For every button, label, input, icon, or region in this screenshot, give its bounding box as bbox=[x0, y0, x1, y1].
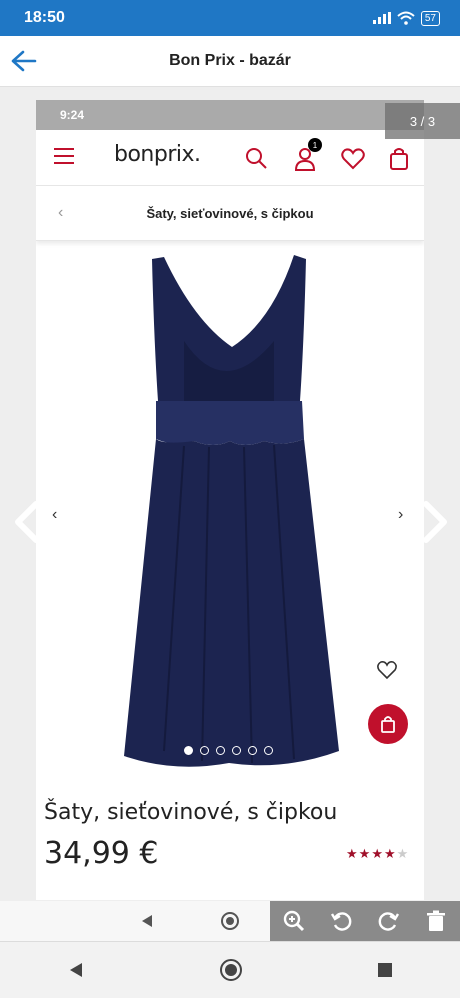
nav-home-icon bbox=[221, 912, 239, 930]
trash-icon bbox=[427, 910, 446, 931]
search-icon bbox=[246, 148, 267, 169]
star-icon: ★ bbox=[358, 846, 372, 861]
viewer-actions bbox=[270, 901, 460, 941]
screenshot-status-time: 9:24 bbox=[60, 108, 85, 122]
rating-stars: ★★★★★ bbox=[346, 846, 409, 862]
status-bar: 18:50 57 bbox=[0, 0, 460, 36]
heart-icon bbox=[341, 148, 365, 170]
image-dot bbox=[264, 746, 273, 755]
system-back-button[interactable] bbox=[67, 961, 85, 979]
next-image-button[interactable] bbox=[420, 500, 450, 544]
image-counter: 3 / 3 bbox=[385, 103, 460, 139]
image-dot bbox=[248, 746, 257, 755]
star-icon: ★ bbox=[346, 846, 359, 861]
chevron-right-icon: › bbox=[398, 506, 404, 523]
rotate-right-button[interactable] bbox=[376, 908, 402, 934]
breadcrumb-text: Šaty, sieťovinové, s čipkou bbox=[146, 205, 314, 221]
star-icon: ★ bbox=[371, 846, 384, 861]
dress-image bbox=[124, 255, 339, 767]
back-button[interactable] bbox=[0, 36, 48, 86]
shop-logo: bonprix. bbox=[114, 142, 201, 167]
product-image-area: ‹ › bbox=[36, 241, 424, 781]
zoom-icon bbox=[283, 910, 304, 932]
star-icon: ★ bbox=[383, 846, 397, 861]
wifi-icon bbox=[397, 11, 415, 25]
chevron-left-icon: ‹ bbox=[58, 204, 64, 221]
previous-image-button[interactable] bbox=[12, 500, 42, 544]
image-dot bbox=[184, 746, 193, 755]
chevron-left-icon: ‹ bbox=[52, 506, 58, 523]
status-icons: 57 bbox=[372, 10, 440, 26]
page-title: Bon Prix - bazár bbox=[169, 52, 291, 69]
image-dot bbox=[216, 746, 225, 755]
nav-back-icon bbox=[142, 915, 152, 927]
app-bar: Bon Prix - bazár bbox=[0, 36, 460, 87]
user-icon: 1 bbox=[292, 138, 322, 172]
shop-header: bonprix. 1 bbox=[36, 130, 424, 186]
delete-button[interactable] bbox=[423, 908, 449, 934]
hamburger-icon bbox=[54, 148, 74, 164]
signal-icon bbox=[372, 12, 391, 24]
breadcrumb: ‹ Šaty, sieťovinové, s čipkou bbox=[36, 186, 424, 241]
status-time: 18:50 bbox=[24, 9, 65, 26]
bag-icon bbox=[390, 148, 408, 170]
favorite-icon bbox=[377, 661, 397, 680]
image-dot bbox=[232, 746, 241, 755]
battery-icon: 57 bbox=[420, 10, 440, 26]
image-dots bbox=[184, 746, 273, 755]
screenshot-status-bar: 9:24 bbox=[36, 100, 424, 130]
screenshot-nav-strip bbox=[0, 901, 270, 941]
star-icon: ★ bbox=[396, 846, 410, 861]
add-to-cart-icon bbox=[368, 704, 408, 744]
rotate-left-icon bbox=[331, 912, 352, 931]
product-price: 34,99 € bbox=[44, 836, 159, 871]
rotate-right-icon bbox=[378, 912, 399, 931]
system-home-button[interactable] bbox=[219, 958, 243, 982]
image-dot bbox=[200, 746, 209, 755]
zoom-button[interactable] bbox=[281, 908, 307, 934]
cart-badge: 1 bbox=[308, 138, 322, 152]
rotate-left-button[interactable] bbox=[328, 908, 354, 934]
product-name: Šaty, sieťovinové, s čipkou bbox=[44, 800, 338, 825]
system-recents-button[interactable] bbox=[377, 962, 393, 978]
screenshot-image: 9:24 bonprix. 1 ‹ Šaty, sieťovinové, s č… bbox=[36, 100, 424, 900]
system-nav-bar bbox=[0, 941, 460, 998]
viewer-toolbar bbox=[0, 901, 460, 941]
back-arrow-icon bbox=[11, 50, 37, 72]
